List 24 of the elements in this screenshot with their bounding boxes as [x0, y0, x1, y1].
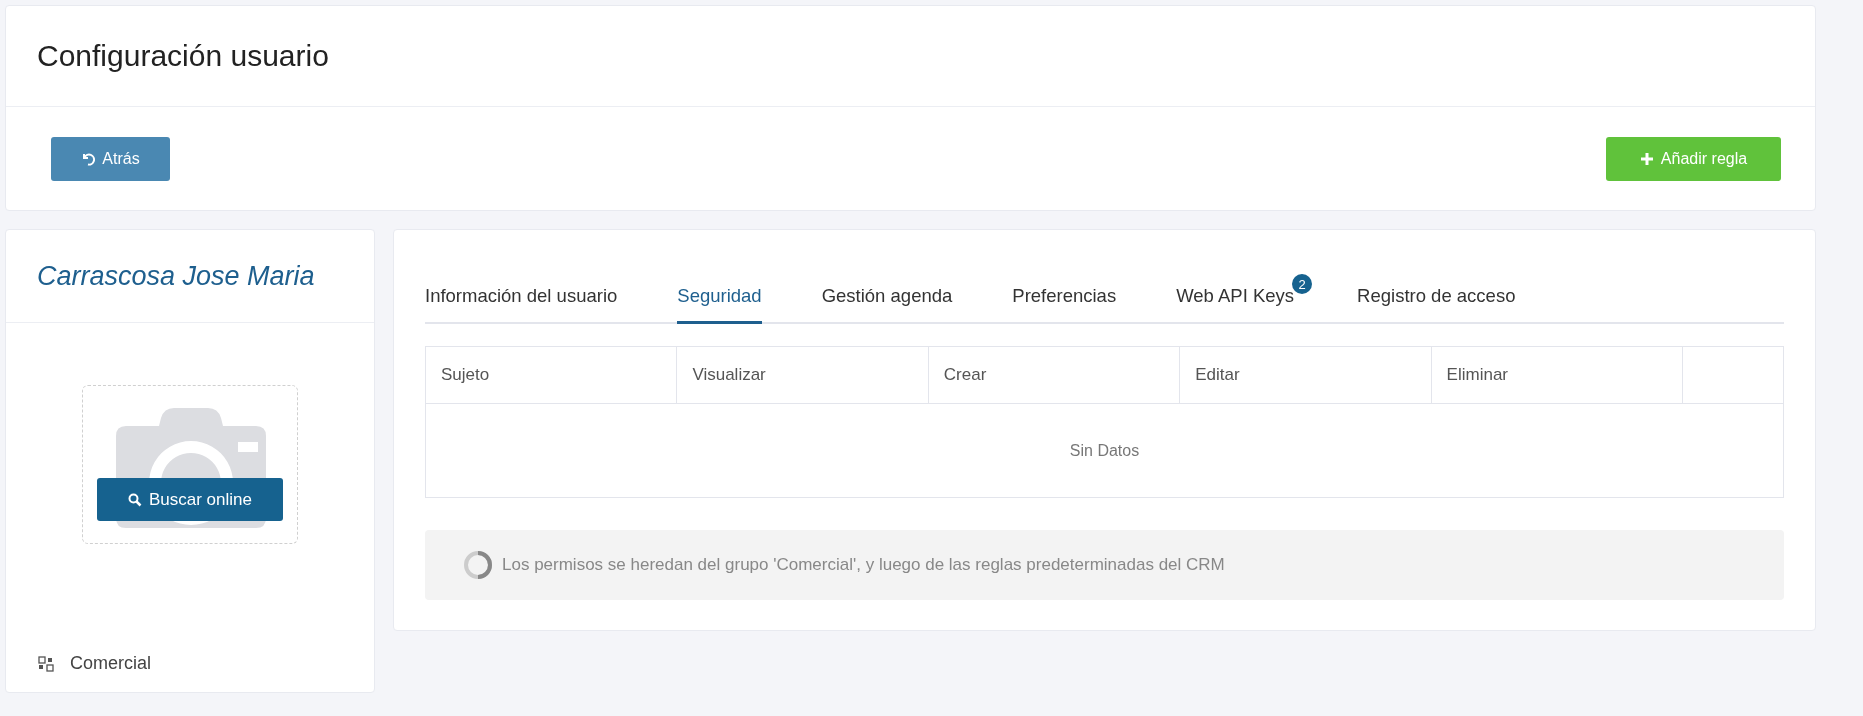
undo-icon	[81, 152, 96, 166]
page-title: Configuración usuario	[37, 39, 329, 73]
search-online-button[interactable]: Buscar online	[97, 478, 283, 521]
group-icon	[38, 655, 54, 672]
plus-icon	[1639, 152, 1654, 166]
tab[interactable]: Gestión agenda	[821, 270, 953, 324]
count-badge: 2	[1292, 274, 1313, 294]
tab[interactable]: Seguridad	[677, 270, 762, 324]
back-button[interactable]: Atrás	[51, 137, 170, 181]
empty-message: Sin Datos	[1069, 441, 1140, 460]
spinner-icon	[462, 549, 494, 581]
tab[interactable]: Preferencias	[1012, 270, 1117, 324]
search-icon	[128, 492, 142, 507]
group-name: Comercial	[70, 653, 152, 674]
column-header: Crear	[928, 347, 1181, 403]
user-name: Carrascosa Jose Maria	[37, 260, 315, 292]
note-text: Los permisos se heredan del grupo 'Comercial', y luego de las reglas predeterminadas del CRM	[502, 555, 1225, 575]
tab[interactable]: Web API Keys 2	[1176, 270, 1311, 324]
column-header: Sujeto	[426, 347, 678, 403]
column-header: Editar	[1180, 347, 1432, 403]
column-header: Visualizar	[677, 347, 929, 403]
tab[interactable]: Registro de acceso	[1357, 270, 1516, 324]
tab[interactable]: Información del usuario	[425, 270, 618, 324]
column-header: Eliminar	[1431, 347, 1683, 403]
